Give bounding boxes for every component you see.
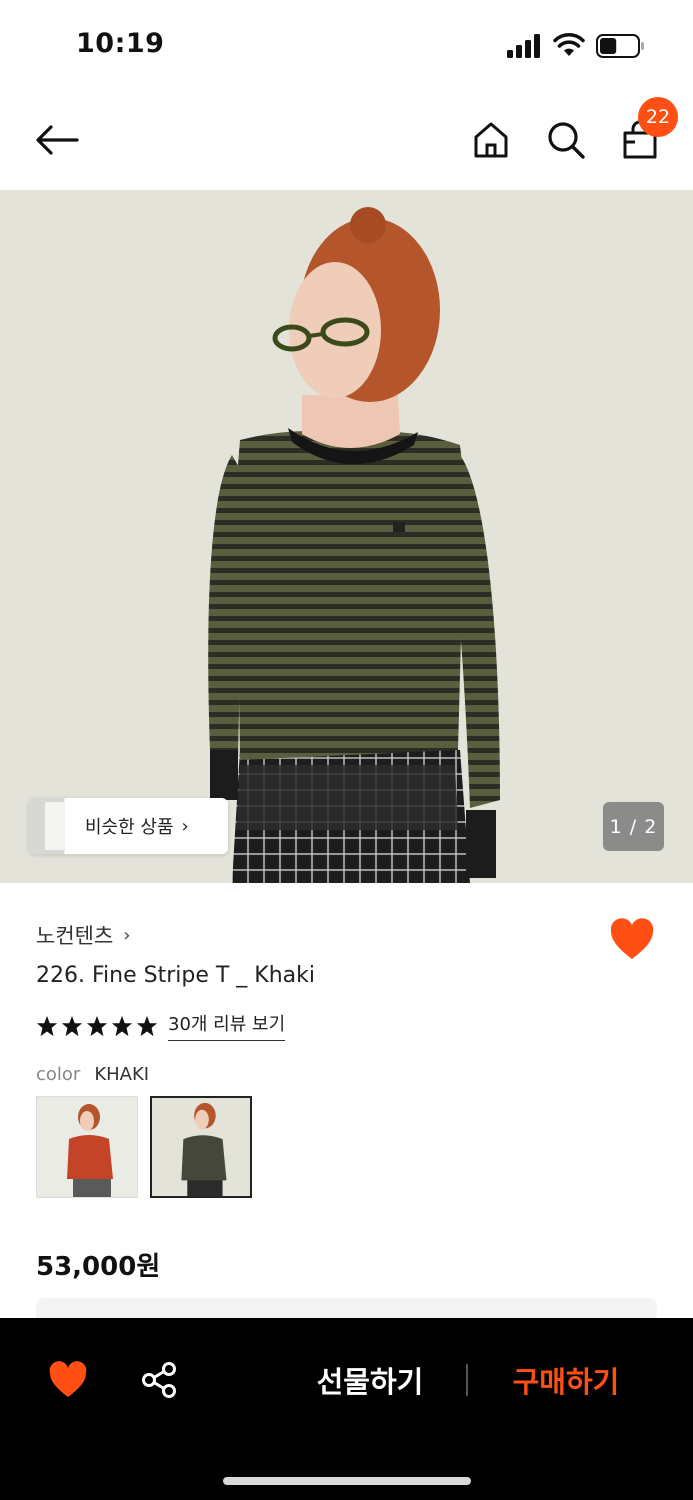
color-swatch-red[interactable] xyxy=(36,1096,138,1198)
battery-icon xyxy=(596,34,644,58)
swatch-image-red xyxy=(37,1097,137,1197)
bottom-action-bar: 선물하기 구매하기 xyxy=(0,1318,693,1500)
chevron-right-icon: › xyxy=(123,924,131,946)
nav-bar xyxy=(0,90,693,190)
star-icon xyxy=(86,1015,108,1036)
star-icon xyxy=(136,1015,158,1036)
home-button[interactable] xyxy=(467,116,515,164)
color-label: color xyxy=(36,1064,81,1085)
heart-icon[interactable] xyxy=(48,1361,88,1399)
price: 53,000원 xyxy=(36,1252,161,1282)
swatch-image-khaki xyxy=(152,1098,250,1196)
status-bar: 10:19 xyxy=(0,0,693,90)
star-icon xyxy=(111,1015,133,1036)
back-button[interactable] xyxy=(33,116,81,164)
star-icon xyxy=(36,1015,58,1036)
rating-row: 30개 리뷰 보기 xyxy=(36,1010,286,1041)
wifi-icon xyxy=(553,33,585,56)
share-icon[interactable] xyxy=(140,1361,178,1399)
color-value: KHAKI xyxy=(94,1064,150,1085)
star-icon xyxy=(61,1015,83,1036)
color-swatches xyxy=(36,1096,252,1198)
color-swatch-khaki[interactable] xyxy=(150,1096,252,1198)
status-time: 10:19 xyxy=(76,28,165,59)
chevron-right-icon: › xyxy=(181,815,189,837)
cellular-signal-icon xyxy=(507,34,540,58)
buy-button[interactable]: 구매하기 xyxy=(496,1358,636,1402)
product-name: 226. Fine Stripe T _ Khaki xyxy=(36,963,315,988)
home-icon xyxy=(474,122,508,158)
search-button[interactable] xyxy=(542,116,590,164)
search-icon xyxy=(548,122,585,159)
similar-products-label: 비슷한 상품 xyxy=(85,817,174,838)
brand-name: 노컨텐츠 xyxy=(36,924,114,948)
divider xyxy=(466,1364,468,1396)
reviews-link[interactable]: 30개 리뷰 보기 xyxy=(168,1010,286,1041)
color-row: color KHAKI xyxy=(36,1064,149,1085)
image-page-indicator: 1 / 2 xyxy=(603,802,664,851)
gift-button[interactable]: 선물하기 xyxy=(300,1358,440,1402)
product-image[interactable] xyxy=(0,190,693,883)
star-rating xyxy=(36,1015,158,1037)
brand-link[interactable]: 노컨텐츠 › xyxy=(36,920,130,950)
product-photo xyxy=(0,190,693,883)
home-indicator[interactable] xyxy=(223,1477,471,1485)
arrow-left-icon xyxy=(36,125,79,155)
similar-products-button[interactable]: 비슷한 상품 › xyxy=(29,798,228,854)
favorite-heart-icon[interactable] xyxy=(609,917,655,961)
cart-count-badge: 22 xyxy=(638,97,678,137)
similar-product-thumbnail xyxy=(29,798,65,854)
